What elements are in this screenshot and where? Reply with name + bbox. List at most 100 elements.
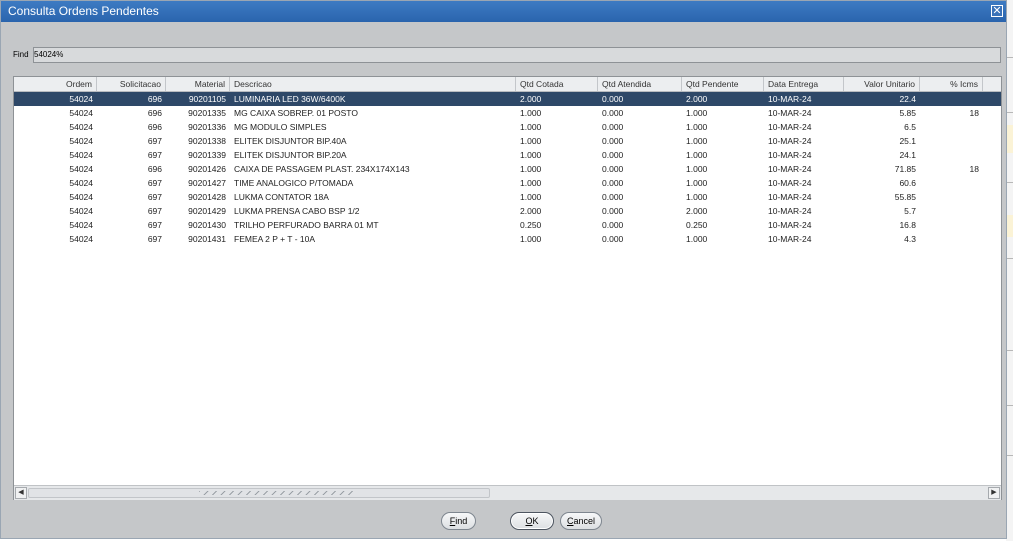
- column-header-qtd-cotada[interactable]: Qtd Cotada: [516, 77, 598, 91]
- column-header-ordem[interactable]: Ordem: [14, 77, 97, 91]
- cell-qtd-cotada: 1.000: [520, 164, 542, 174]
- cell-descricao: CAIXA DE PASSAGEM PLAST. 234X174X143: [234, 164, 410, 174]
- cell-data-entrega: 10-MAR-24: [768, 122, 812, 132]
- consulta-ordens-dialog: Consulta Ordens Pendentes ✕ Find 54024 % …: [0, 0, 1007, 539]
- table-row[interactable]: 54024 697 90201431 FEMEA 2 P + T - 10A 1.000…: [14, 232, 1001, 246]
- cell-ordem: 54024: [69, 150, 93, 160]
- cell-data-entrega: 10-MAR-24: [768, 220, 812, 230]
- cell-data-entrega: 10-MAR-24: [768, 150, 812, 160]
- table-row[interactable]: 54024 696 90201336 MG MODULO SIMPLES 1.000 0.…: [14, 120, 1001, 134]
- scroll-thumb[interactable]: [28, 488, 490, 498]
- cell-qtd-pendente: 1.000: [686, 234, 708, 244]
- cell-icms: 18: [969, 108, 979, 118]
- column-header-qtd-pendente[interactable]: Qtd Pendente: [682, 77, 764, 91]
- cell-qtd-atendida: 0.000: [602, 192, 624, 202]
- cell-qtd-cotada: 1.000: [520, 178, 542, 188]
- cell-qtd-cotada: 1.000: [520, 234, 542, 244]
- cell-icms: [920, 190, 983, 204]
- cell-ordem: 54024: [69, 122, 93, 132]
- cell-material: 90201431: [188, 234, 226, 244]
- find-button[interactable]: Find: [441, 512, 476, 530]
- column-header-valor-unitario[interactable]: Valor Unitario: [844, 77, 920, 91]
- cell-qtd-atendida: 0.000: [602, 122, 624, 132]
- cell-qtd-cotada: 2.000: [520, 94, 542, 104]
- find-input[interactable]: 54024%: [33, 47, 1001, 63]
- table-row[interactable]: 54024 697 90201430 TRILHO PERFURADO BARRA 0…: [14, 218, 1001, 232]
- table-row[interactable]: 54024 696 90201105 LUMINARIA LED 36W/6400K 2…: [14, 92, 1001, 106]
- cell-descricao: LUKMA CONTATOR 18A: [234, 192, 329, 202]
- cell-solicitacao: 696: [147, 122, 162, 132]
- cell-solicitacao: 696: [147, 108, 162, 118]
- cancel-button[interactable]: Cancel: [560, 512, 602, 530]
- scroll-right-arrow-icon[interactable]: ▶: [988, 487, 1000, 499]
- cell-solicitacao: 697: [147, 192, 162, 202]
- scroll-left-arrow-icon[interactable]: ◀: [15, 487, 27, 499]
- cell-material: 90201426: [188, 164, 226, 174]
- cell-material: 90201339: [188, 150, 226, 160]
- cell-ordem: 54024: [69, 220, 93, 230]
- cell-qtd-atendida: 0.000: [602, 150, 624, 160]
- cell-data-entrega: 10-MAR-24: [768, 164, 812, 174]
- cell-qtd-pendente: 2.000: [686, 94, 708, 104]
- table-row[interactable]: 54024 697 90201428 LUKMA CONTATOR 18A 1.000 0…: [14, 190, 1001, 204]
- cell-qtd-pendente: 1.000: [686, 192, 708, 202]
- cell-valor-unitario: 4.3: [904, 234, 916, 244]
- cell-data-entrega: 10-MAR-24: [768, 192, 812, 202]
- ok-button-label: K: [532, 516, 539, 526]
- table-row[interactable]: 54024 697 90201339 ELITEK DISJUNTOR BIP.20A…: [14, 148, 1001, 162]
- cell-material: 90201338: [188, 136, 226, 146]
- close-icon[interactable]: ✕: [991, 5, 1003, 17]
- cell-qtd-pendente: 1.000: [686, 164, 708, 174]
- table-row[interactable]: 54024 696 90201335 MG CAIXA SOBREP. 01 POST…: [14, 106, 1001, 120]
- cell-icms: 18: [969, 164, 979, 174]
- cell-material: 90201335: [188, 108, 226, 118]
- find-label: Find: [13, 50, 29, 59]
- column-header-descricao[interactable]: Descricao: [230, 77, 516, 91]
- horizontal-scrollbar[interactable]: ◀ ▶: [14, 485, 1001, 500]
- cell-valor-unitario: 71.85: [894, 164, 916, 174]
- column-header-material[interactable]: Material: [166, 77, 230, 91]
- ok-button-hotkey: O: [525, 516, 533, 526]
- cell-qtd-atendida: 0.000: [602, 94, 624, 104]
- cell-solicitacao: 697: [147, 234, 162, 244]
- cell-icms: [920, 218, 983, 232]
- cell-ordem: 54024: [69, 94, 93, 104]
- table-row[interactable]: 54024 697 90201338 ELITEK DISJUNTOR BIP.40A…: [14, 134, 1001, 148]
- cell-qtd-pendente: 1.000: [686, 108, 708, 118]
- cell-valor-unitario: 5.85: [899, 108, 916, 118]
- cell-data-entrega: 10-MAR-24: [768, 178, 812, 188]
- ok-button[interactable]: OK: [510, 512, 554, 530]
- cell-qtd-atendida: 0.000: [602, 206, 624, 216]
- cell-ordem: 54024: [69, 178, 93, 188]
- cell-valor-unitario: 5.7: [904, 206, 916, 216]
- cell-ordem: 54024: [69, 206, 93, 216]
- cell-icms: [920, 176, 983, 190]
- cell-qtd-pendente: 1.000: [686, 150, 708, 160]
- column-header-data-entrega[interactable]: Data Entrega: [764, 77, 844, 91]
- cell-qtd-atendida: 0.000: [602, 164, 624, 174]
- cell-valor-unitario: 24.1: [899, 150, 916, 160]
- cell-ordem: 54024: [69, 192, 93, 202]
- dialog-titlebar[interactable]: Consulta Ordens Pendentes ✕: [1, 1, 1006, 22]
- cell-qtd-pendente: 1.000: [686, 178, 708, 188]
- cell-data-entrega: 10-MAR-24: [768, 94, 812, 104]
- column-header-solicitacao[interactable]: Solicitacao: [97, 77, 166, 91]
- table-row[interactable]: 54024 697 90201429 LUKMA PRENSA CABO BSP 1/…: [14, 204, 1001, 218]
- cell-qtd-cotada: 1.000: [520, 192, 542, 202]
- cell-descricao: TRILHO PERFURADO BARRA 01 MT: [234, 220, 379, 230]
- cell-icms: [920, 204, 983, 218]
- cell-qtd-pendente: 1.000: [686, 136, 708, 146]
- column-header-icms[interactable]: % Icms: [920, 77, 983, 91]
- cell-material: 90201427: [188, 178, 226, 188]
- cell-solicitacao: 697: [147, 178, 162, 188]
- cell-ordem: 54024: [69, 234, 93, 244]
- results-grid: Ordem Solicitacao Material Descricao Qtd Cot…: [13, 76, 1002, 500]
- cell-qtd-pendente: 1.000: [686, 122, 708, 132]
- table-row[interactable]: 54024 697 90201427 TIME ANALOGICO P/TOMADA 1…: [14, 176, 1001, 190]
- cell-qtd-pendente: 2.000: [686, 206, 708, 216]
- column-header-qtd-atendida[interactable]: Qtd Atendida: [598, 77, 682, 91]
- cell-descricao: ELITEK DISJUNTOR BIP.40A: [234, 136, 347, 146]
- background-application: [1006, 0, 1013, 541]
- cell-icms: [920, 134, 983, 148]
- table-row[interactable]: 54024 696 90201426 CAIXA DE PASSAGEM PLAST.…: [14, 162, 1001, 176]
